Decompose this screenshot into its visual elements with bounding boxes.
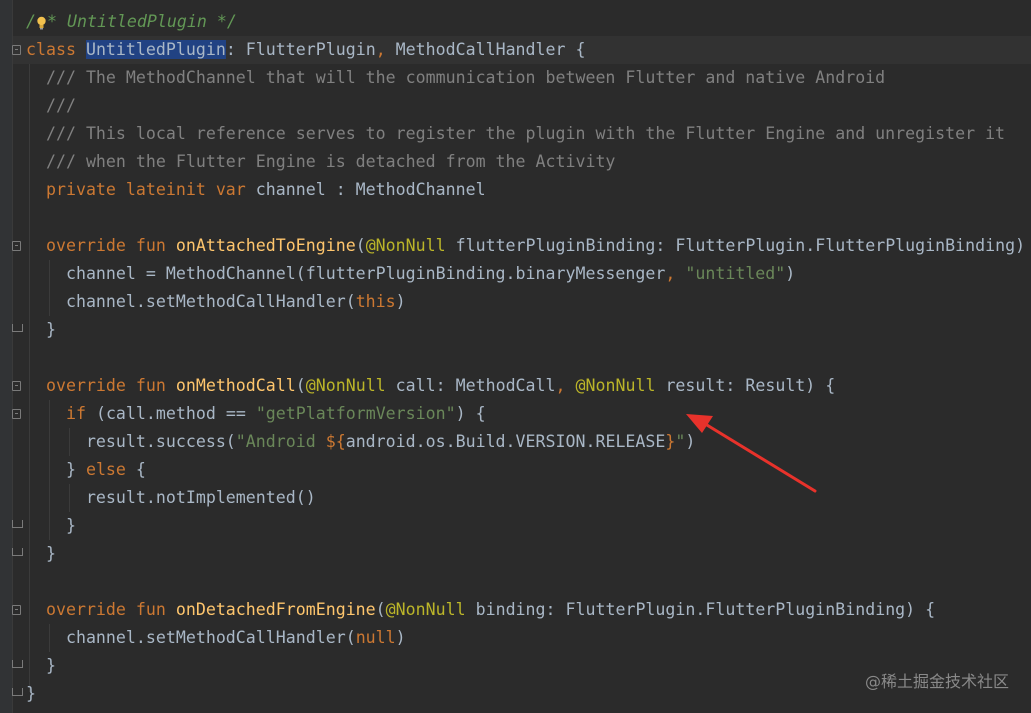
code-line[interactable]: /// The MethodChannel that will the comm…: [26, 64, 885, 92]
code-token: @NonNull: [385, 600, 476, 619]
code-token: /: [26, 12, 36, 31]
code-token: }: [665, 432, 676, 451]
code-token: ///: [26, 96, 76, 115]
code-line[interactable]: private lateinit var channel : MethodCha…: [26, 176, 486, 204]
code-token: @NonNull: [365, 236, 456, 255]
code-token: ): [395, 628, 406, 647]
code-token: result: Result) {: [665, 376, 836, 395]
code-token: channel.setMethodCallHandler(: [26, 292, 356, 311]
code-token: else: [85, 460, 136, 479]
code-line[interactable]: ///: [26, 92, 76, 120]
fold-marker-icon[interactable]: [12, 45, 21, 55]
code-token: ${: [325, 432, 346, 451]
code-token: binding: FlutterPlugin.FlutterPluginBind…: [475, 600, 936, 619]
fold-marker-icon[interactable]: [12, 548, 23, 556]
code-token: }: [26, 516, 76, 535]
fold-marker-icon[interactable]: [12, 660, 23, 668]
code-line[interactable]: if (call.method == "getPlatformVersion")…: [26, 400, 486, 428]
code-token: ) {: [455, 404, 486, 423]
code-line[interactable]: /// This local reference serves to regis…: [26, 120, 1005, 148]
code-line[interactable]: result.notImplemented(): [26, 484, 316, 512]
code-token: android.os.Build.VERSION.RELEASE: [345, 432, 666, 451]
fold-marker-icon[interactable]: [12, 324, 23, 332]
code-line[interactable]: }: [26, 540, 56, 568]
code-token: ): [785, 264, 796, 283]
code-token: channel.setMethodCallHandler(: [26, 628, 356, 647]
code-line[interactable]: override fun onMethodCall(@NonNull call:…: [26, 372, 835, 400]
lightbulb-icon[interactable]: [36, 16, 47, 30]
code-line[interactable]: }: [26, 316, 56, 344]
code-token: "getPlatformVersion": [255, 404, 456, 423]
code-line[interactable]: channel.setMethodCallHandler(this): [26, 288, 406, 316]
code-token: }: [26, 656, 56, 675]
code-token: /// when the Flutter Engine is detached …: [26, 152, 616, 171]
watermark: @稀土掘金技术社区: [864, 672, 1009, 691]
code-token: ): [395, 292, 406, 311]
code-token: call: MethodCall: [395, 376, 556, 395]
code-token: /// The MethodChannel that will the comm…: [26, 68, 886, 87]
code-token: override fun: [26, 376, 176, 395]
code-line[interactable]: /// when the Flutter Engine is detached …: [26, 148, 615, 176]
code-token: : FlutterPlugin: [225, 40, 376, 59]
code-token: @NonNull: [305, 376, 396, 395]
code-token: onDetachedFromEngine: [175, 600, 376, 619]
code-token: }: [26, 544, 56, 563]
code-token: "Android: [235, 432, 326, 451]
code-editor[interactable]: / * UntitledPlugin */ class UntitledPlugin…: [0, 0, 1031, 713]
code-token: * UntitledPlugin */: [47, 12, 237, 31]
code-token: }: [26, 684, 36, 703]
fold-marker-icon[interactable]: [12, 381, 21, 391]
fold-marker-icon[interactable]: [12, 688, 23, 696]
code-token: if: [65, 404, 96, 423]
editor-gutter[interactable]: [0, 0, 12, 713]
code-token: override fun: [26, 600, 176, 619]
code-token: channel : MethodChannel: [255, 180, 486, 199]
red-arrow-annotation: [686, 414, 817, 493]
code-line[interactable]: }: [26, 680, 36, 708]
code-token: class: [26, 40, 86, 59]
code-token: @NonNull: [575, 376, 666, 395]
code-token: onMethodCall: [175, 376, 296, 395]
code-token: {: [135, 460, 146, 479]
code-token: (: [295, 376, 306, 395]
code-line[interactable]: channel = MethodChannel(flutterPluginBin…: [26, 260, 795, 288]
code-line[interactable]: }: [26, 652, 56, 680]
code-token: result.success(: [26, 432, 236, 451]
code-line[interactable]: } else {: [26, 456, 146, 484]
code-token: flutterPluginBinding: FlutterPlugin.Flut…: [455, 236, 1031, 255]
code-token: private lateinit var: [26, 180, 256, 199]
code-token: (: [355, 236, 366, 255]
code-token: /// This local reference serves to regis…: [26, 124, 1006, 143]
fold-marker-icon[interactable]: [12, 241, 21, 251]
code-token: channel = MethodChannel(flutterPluginBin…: [26, 264, 666, 283]
code-token: null: [355, 628, 396, 647]
code-token: MethodCallHandler {: [395, 40, 586, 59]
code-line[interactable]: channel.setMethodCallHandler(null): [26, 624, 406, 652]
code-token: }: [26, 460, 86, 479]
code-token: }: [26, 320, 56, 339]
code-token: onAttachedToEngine: [175, 236, 356, 255]
fold-marker-icon[interactable]: [12, 520, 23, 528]
code-token: result.notImplemented(): [26, 488, 316, 507]
fold-marker-icon[interactable]: [12, 605, 21, 615]
code-token: override fun: [26, 236, 176, 255]
code-line[interactable]: class UntitledPlugin: FlutterPlugin, Met…: [26, 36, 586, 64]
code-token: (: [375, 600, 386, 619]
code-token: ,: [555, 376, 576, 395]
code-token: "untitled": [685, 264, 786, 283]
code-token: ,: [375, 40, 396, 59]
code-line[interactable]: override fun onAttachedToEngine(@NonNull…: [26, 232, 1031, 260]
fold-marker-icon[interactable]: [12, 409, 21, 419]
code-line[interactable]: }: [26, 512, 76, 540]
code-line[interactable]: override fun onDetachedFromEngine(@NonNu…: [26, 596, 935, 624]
code-line[interactable]: / * UntitledPlugin */: [26, 8, 237, 36]
selected-identifier: UntitledPlugin: [85, 40, 226, 59]
code-token: this: [355, 292, 396, 311]
code-line[interactable]: result.success("Android ${android.os.Bui…: [26, 428, 695, 456]
code-token: ,: [665, 264, 686, 283]
code-token: (call.method ==: [95, 404, 256, 423]
